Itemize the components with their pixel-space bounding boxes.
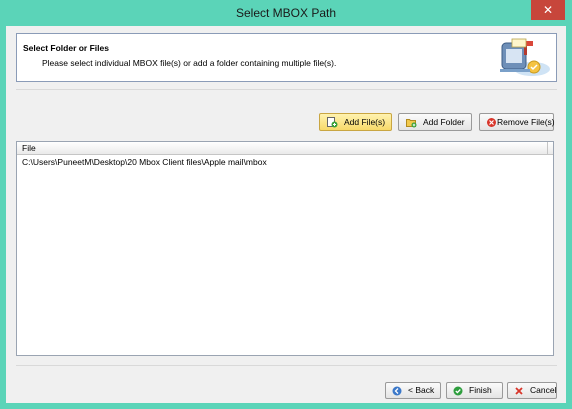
add-files-label: Add File(s) <box>344 117 386 127</box>
add-files-button[interactable]: Add File(s) <box>319 113 392 131</box>
title-bar[interactable]: Select MBOX Path ✕ <box>0 0 572 26</box>
mailbox-icon <box>486 35 552 80</box>
back-arrow-icon <box>392 386 402 396</box>
add-folder-label: Add Folder <box>423 117 465 127</box>
file-list[interactable]: File C:\Users\PuneetM\Desktop\20 Mbox Cl… <box>16 141 554 356</box>
remove-files-button[interactable]: Remove File(s) <box>479 113 555 131</box>
remove-icon <box>486 117 497 128</box>
remove-files-label: Remove File(s) <box>497 117 555 127</box>
header-panel: Select Folder or Files Please select ind… <box>16 33 557 82</box>
close-button[interactable]: ✕ <box>531 0 565 20</box>
header-description: Please select individual MBOX file(s) or… <box>42 58 337 68</box>
finish-label: Finish <box>469 385 492 395</box>
cancel-button[interactable]: Cancel <box>507 382 557 399</box>
dialog-window: Select MBOX Path ✕ Select Folder or File… <box>0 0 572 409</box>
list-item[interactable]: C:\Users\PuneetM\Desktop\20 Mbox Client … <box>22 157 267 167</box>
dialog-body: Select Folder or Files Please select ind… <box>6 26 566 403</box>
add-folder-icon <box>406 117 417 128</box>
header-title: Select Folder or Files <box>23 43 109 53</box>
back-label: < Back <box>408 385 435 395</box>
add-folder-button[interactable]: Add Folder <box>398 113 472 131</box>
add-file-icon <box>327 117 338 128</box>
column-header-file[interactable]: File <box>22 143 36 153</box>
list-header: File <box>17 142 553 155</box>
column-divider <box>547 142 548 155</box>
cancel-icon <box>514 386 524 396</box>
cancel-label: Cancel <box>530 385 557 395</box>
finish-button[interactable]: Finish <box>446 382 503 399</box>
header-divider <box>16 89 557 90</box>
window-title: Select MBOX Path <box>235 6 337 20</box>
footer-divider <box>16 365 557 366</box>
check-icon <box>453 386 463 396</box>
back-button[interactable]: < Back <box>385 382 441 399</box>
